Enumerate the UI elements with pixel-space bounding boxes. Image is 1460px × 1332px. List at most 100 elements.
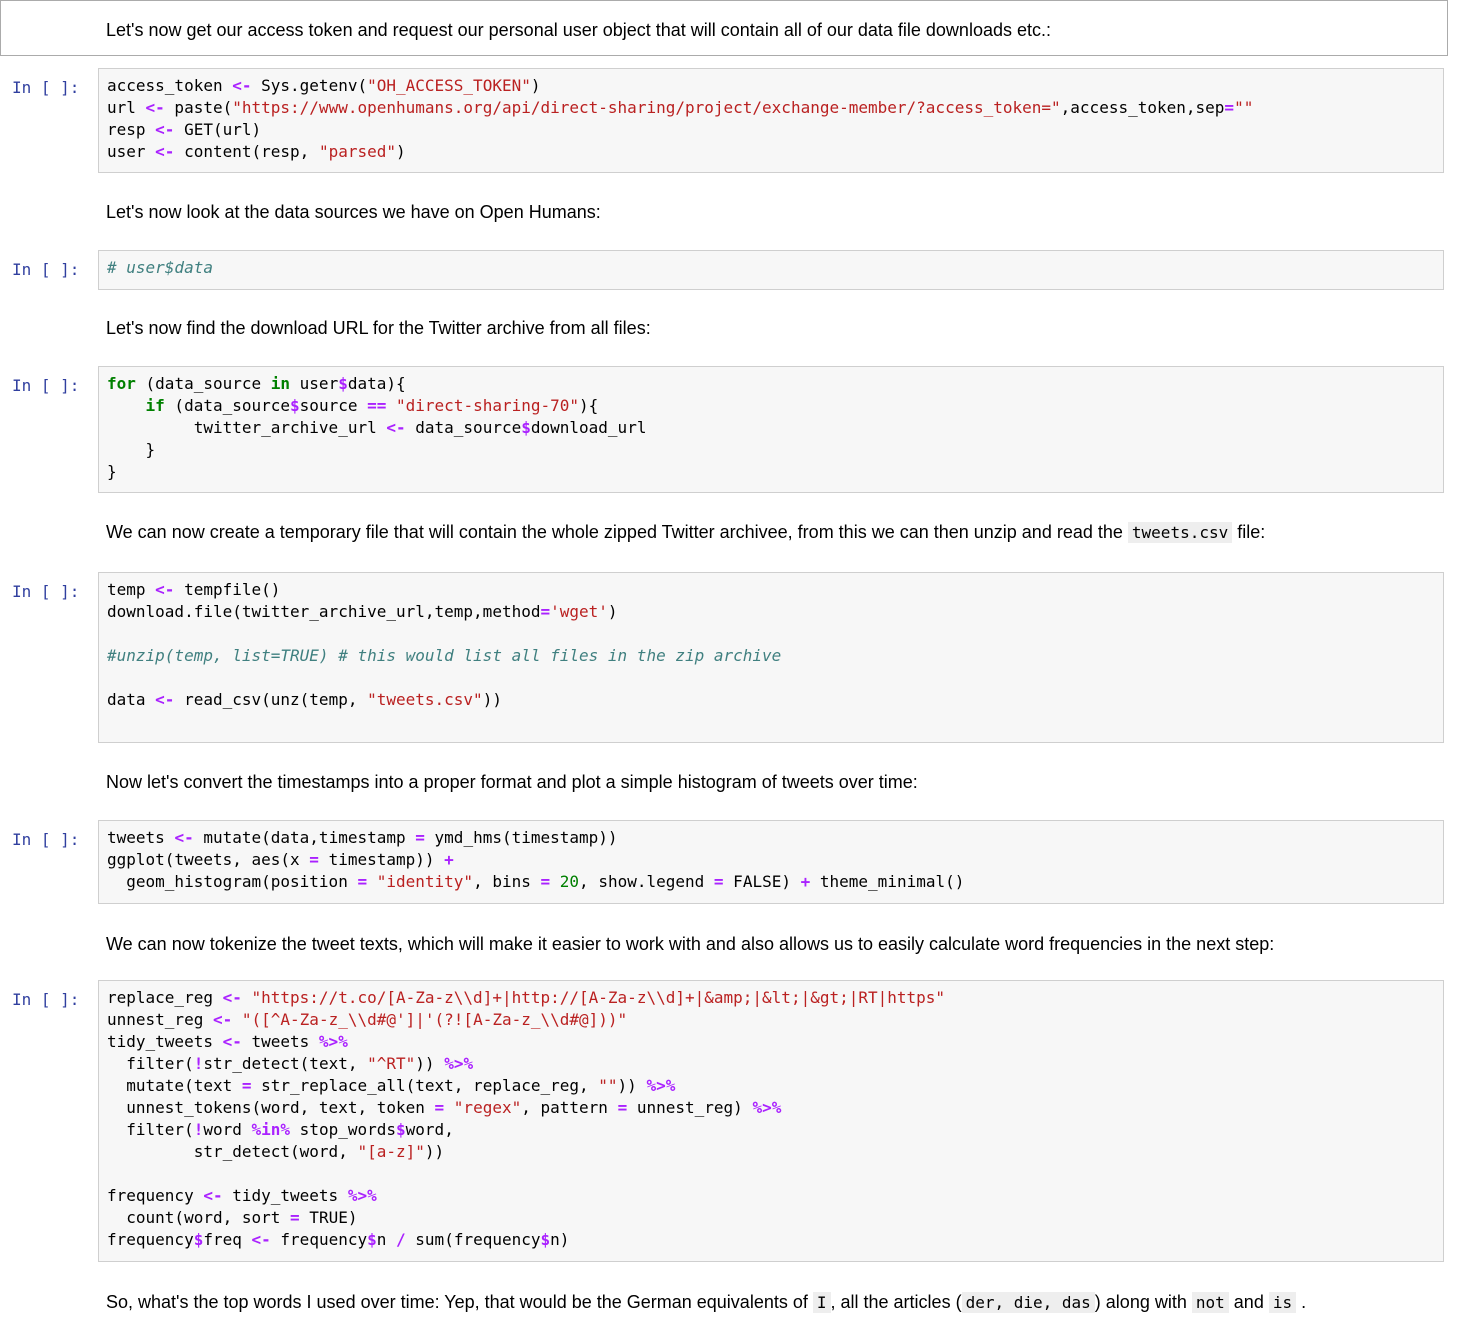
code-editor[interactable]: access_token <- Sys.getenv("OH_ACCESS_TO…: [99, 69, 1443, 163]
markdown-histogram: Now let's convert the timestamps into a …: [106, 772, 918, 792]
code-token: twitter_archive_url: [107, 418, 387, 437]
code-token: user: [290, 374, 339, 393]
code-token: data: [107, 690, 156, 709]
code-cell-for-loop[interactable]: for (data_source in user$data){ if (data…: [98, 366, 1444, 493]
code-token: 20: [559, 872, 580, 891]
code-token: mutate(text: [107, 1076, 242, 1095]
code-token: =: [540, 872, 551, 891]
code-token: %>%: [347, 1186, 377, 1205]
code-token: resp: [107, 120, 156, 139]
code-editor[interactable]: for (data_source in user$data){ if (data…: [99, 367, 1443, 483]
code-token: =: [617, 1098, 628, 1117]
code-line: }: [107, 461, 1443, 483]
code-line: tidy_tweets <- tweets %>%: [107, 1031, 1443, 1053]
code-token: =: [241, 1076, 252, 1095]
code-token: =: [1224, 98, 1235, 117]
code-line: filter(!word %in% stop_words$word,: [107, 1119, 1443, 1141]
code-cell-tokenize[interactable]: replace_reg <- "https://t.co/[A-Za-z\\d]…: [98, 980, 1444, 1262]
code-line: for (data_source in user$data){: [107, 373, 1443, 395]
code-token: "([^A-Za-z_\\d#@']|'(?![A-Za-z_\\d#@]))": [241, 1010, 628, 1029]
code-token: 'wget': [550, 602, 608, 621]
code-token: =: [309, 850, 319, 869]
code-editor[interactable]: tweets <- mutate(data,timestamp = ymd_hm…: [99, 821, 1443, 893]
code-token: str_detect(text,: [203, 1054, 368, 1073]
code-line: url <- paste("https://www.openhumans.org…: [107, 97, 1443, 119]
code-token: /: [396, 1230, 406, 1249]
code-cell-access-token[interactable]: access_token <- Sys.getenv("OH_ACCESS_TO…: [98, 68, 1444, 173]
code-token: ymd_hms(timestamp)): [424, 828, 618, 847]
code-cell-histogram[interactable]: tweets <- mutate(data,timestamp = ymd_hm…: [98, 820, 1444, 904]
code-token: (data_source: [164, 396, 291, 415]
code-token: <-: [386, 418, 406, 437]
code-token: ,access_token,sep: [1060, 98, 1225, 117]
code-token: %in%: [251, 1120, 291, 1139]
code-line: }: [107, 439, 1443, 461]
code-editor[interactable]: temp <- tempfile() download.file(twitter_…: [99, 573, 1443, 733]
code-line: frequency$freq <- frequency$n / sum(freq…: [107, 1229, 1443, 1251]
code-token: geom_histogram(position: [107, 872, 358, 891]
code-token: count(word, sort: [107, 1208, 291, 1227]
code-token: content(resp,: [174, 142, 319, 161]
code-token: "regex": [453, 1098, 522, 1117]
code-token: $: [338, 374, 348, 393]
code-token: ): [530, 76, 541, 95]
code-token: source: [299, 396, 368, 415]
code-token: $: [367, 1230, 377, 1249]
code-token: $: [521, 418, 531, 437]
code-token: <-: [155, 120, 175, 139]
code-line: resp <- GET(url): [107, 119, 1443, 141]
markdown-download-url: Let's now find the download URL for the …: [106, 318, 651, 338]
code-cell-tempfile[interactable]: temp <- tempfile() download.file(twitter_…: [98, 572, 1444, 743]
code-cell-user-data[interactable]: # user$data: [98, 250, 1444, 290]
code-token: timestamp)): [318, 850, 445, 869]
code-token: mutate(data,timestamp: [193, 828, 416, 847]
code-token: <-: [155, 690, 175, 709]
cell-prompt: In [ ]:: [12, 582, 80, 601]
code-line: tweets <- mutate(data,timestamp = ymd_hm…: [107, 827, 1443, 849]
code-token: FALSE): [723, 872, 801, 891]
markdown-data-sources: Let's now look at the data sources we ha…: [106, 202, 601, 222]
code-line: #unzip(temp, list=TRUE) # this would lis…: [107, 645, 1443, 667]
code-token: =: [290, 1208, 300, 1227]
code-token: =: [415, 828, 425, 847]
code-line: access_token <- Sys.getenv("OH_ACCESS_TO…: [107, 75, 1443, 97]
code-token: if: [145, 396, 165, 415]
code-token: $: [193, 1230, 204, 1249]
code-token: # user$data: [107, 258, 213, 277]
code-line: ggplot(tweets, aes(x = timestamp)) +: [107, 849, 1443, 871]
code-line: frequency <- tidy_tweets %>%: [107, 1185, 1443, 1207]
code-token: %>%: [318, 1032, 348, 1051]
code-token: unnest_tokens(word, text, token: [107, 1098, 435, 1117]
code-token: %>%: [646, 1076, 676, 1095]
cell-prompt: In [ ]:: [12, 376, 80, 395]
code-token: =: [357, 872, 368, 891]
code-line: twitter_archive_url <- data_source$downl…: [107, 417, 1443, 439]
code-editor[interactable]: replace_reg <- "https://t.co/[A-Za-z\\d]…: [99, 981, 1443, 1251]
code-token: replace_reg: [107, 988, 223, 1007]
code-token: <-: [212, 1010, 233, 1029]
code-token: #unzip(temp, list=TRUE) # this would lis…: [107, 646, 782, 665]
code-token: }: [107, 440, 156, 459]
code-token: tweets: [107, 828, 175, 847]
code-token: }: [107, 462, 117, 481]
code-token: "https://www.openhumans.org/api/direct-s…: [232, 98, 1061, 117]
code-token: data_source: [405, 418, 522, 437]
code-token: n: [376, 1230, 397, 1249]
code-line: # user$data: [107, 257, 1443, 279]
code-token: <-: [222, 1032, 242, 1051]
code-editor[interactable]: # user$data: [99, 251, 1443, 279]
code-token: download_url: [530, 418, 647, 437]
code-token: frequency: [107, 1186, 204, 1205]
code-token: word: [203, 1120, 252, 1139]
code-token: "identity": [376, 872, 474, 891]
code-token: +: [800, 872, 811, 891]
code-token: "parsed": [318, 142, 396, 161]
code-token: , show.legend: [579, 872, 714, 891]
markdown-text: and: [1233, 1292, 1264, 1312]
code-token: filter(: [107, 1054, 194, 1073]
